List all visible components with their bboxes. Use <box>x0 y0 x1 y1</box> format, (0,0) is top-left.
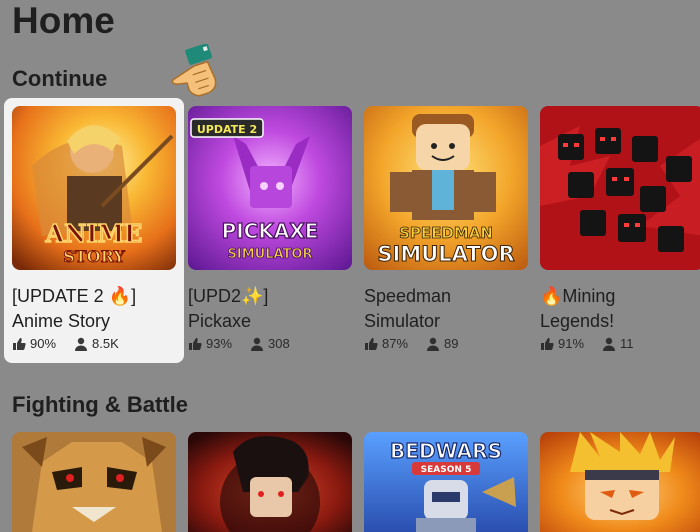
rating-text: 91% <box>558 336 585 351</box>
section-title-continue[interactable]: Continue <box>12 66 107 92</box>
svg-text:STORY: STORY <box>63 247 125 266</box>
thumbnail-title-text: ANIME <box>45 219 143 248</box>
svg-text:SIMULATOR: SIMULATOR <box>377 242 514 266</box>
thumbs-up-icon <box>189 337 202 350</box>
game-thumbnail[interactable]: BEDWARS SEASON 5 <box>364 432 528 532</box>
thumbs-up-icon <box>13 337 26 350</box>
game-title-line1[interactable]: [UPDATE 2 🔥] <box>12 284 176 309</box>
game-title-line2[interactable]: Pickaxe <box>188 309 352 334</box>
rating-text: 90% <box>30 336 57 351</box>
players-text: 89 <box>444 336 459 351</box>
svg-text:SEASON 5: SEASON 5 <box>421 465 472 475</box>
game-card-mining-legends[interactable]: 🔥Mining Legends! 91% 11 <box>540 106 700 351</box>
player-count-icon <box>427 337 440 351</box>
game-title-line2[interactable]: Anime Story <box>12 309 176 334</box>
game-stats: 90% 8.5K <box>12 336 176 351</box>
rating-text: 87% <box>382 336 409 351</box>
game-thumbnail[interactable]: SPEEDMAN SIMULATOR <box>364 106 528 270</box>
game-card-fighting-2[interactable] <box>188 432 352 532</box>
game-thumbnail[interactable] <box>540 106 700 270</box>
game-title-line2[interactable]: Simulator <box>364 309 528 334</box>
game-title-line2[interactable]: Legends! <box>540 309 700 334</box>
svg-text:SIMULATOR: SIMULATOR <box>228 247 313 262</box>
thumbnail-art: BEDWARS SEASON 5 <box>364 432 528 532</box>
thumbs-up-icon <box>365 337 378 350</box>
game-title-line1[interactable]: 🔥Mining <box>540 284 700 309</box>
thumbnail-art: UPDATE 2 PICKAXE SIMULATOR <box>188 106 352 270</box>
game-thumbnail[interactable]: UPDATE 2 PICKAXE SIMULATOR <box>188 106 352 270</box>
svg-text:BEDWARS: BEDWARS <box>390 439 502 463</box>
svg-text:SPEEDMAN: SPEEDMAN <box>399 224 493 242</box>
game-card-anime-story[interactable]: ANIME STORY [UPDATE 2 🔥] Anime Story 90%… <box>12 106 176 351</box>
game-card-bedwars[interactable]: BEDWARS SEASON 5 <box>364 432 528 532</box>
players-text: 11 <box>620 336 634 351</box>
thumbnail-art <box>12 432 176 532</box>
page-title: Home <box>12 0 115 41</box>
thumbnail-art <box>188 432 352 532</box>
game-title-line1[interactable]: Speedman <box>364 284 528 309</box>
player-count-icon <box>603 337 616 351</box>
svg-text:PICKAXE: PICKAXE <box>222 219 319 243</box>
section-title-fighting-battle[interactable]: Fighting & Battle <box>12 392 188 418</box>
players-text: 308 <box>268 336 290 351</box>
thumbnail-art <box>540 106 700 270</box>
game-title-line1[interactable]: [UPD2✨] <box>188 284 352 309</box>
game-card-pickaxe[interactable]: UPDATE 2 PICKAXE SIMULATOR [UPD2✨] Picka… <box>188 106 352 351</box>
game-stats: 91% 11 <box>540 336 700 351</box>
thumbnail-art <box>540 432 700 532</box>
game-stats: 93% 308 <box>188 336 352 351</box>
game-card-fighting-4[interactable] <box>540 432 700 532</box>
player-count-icon <box>251 337 264 351</box>
thumbs-up-icon <box>541 337 554 350</box>
game-card-fighting-1[interactable] <box>12 432 176 532</box>
thumbnail-art: SPEEDMAN SIMULATOR <box>364 106 528 270</box>
game-thumbnail[interactable] <box>188 432 352 532</box>
thumbnail-art: ANIME STORY <box>12 106 176 270</box>
game-card-speedman-simulator[interactable]: SPEEDMAN SIMULATOR Speedman Simulator 87… <box>364 106 528 351</box>
players-text: 8.5K <box>92 336 119 351</box>
svg-text:UPDATE 2: UPDATE 2 <box>197 123 257 136</box>
game-thumbnail[interactable]: ANIME STORY <box>12 106 176 270</box>
game-thumbnail[interactable] <box>12 432 176 532</box>
game-thumbnail[interactable] <box>540 432 700 532</box>
player-count-icon <box>75 337 88 351</box>
pointing-hand-cursor-icon <box>171 44 217 97</box>
rating-text: 93% <box>206 336 233 351</box>
game-stats: 87% 89 <box>364 336 528 351</box>
